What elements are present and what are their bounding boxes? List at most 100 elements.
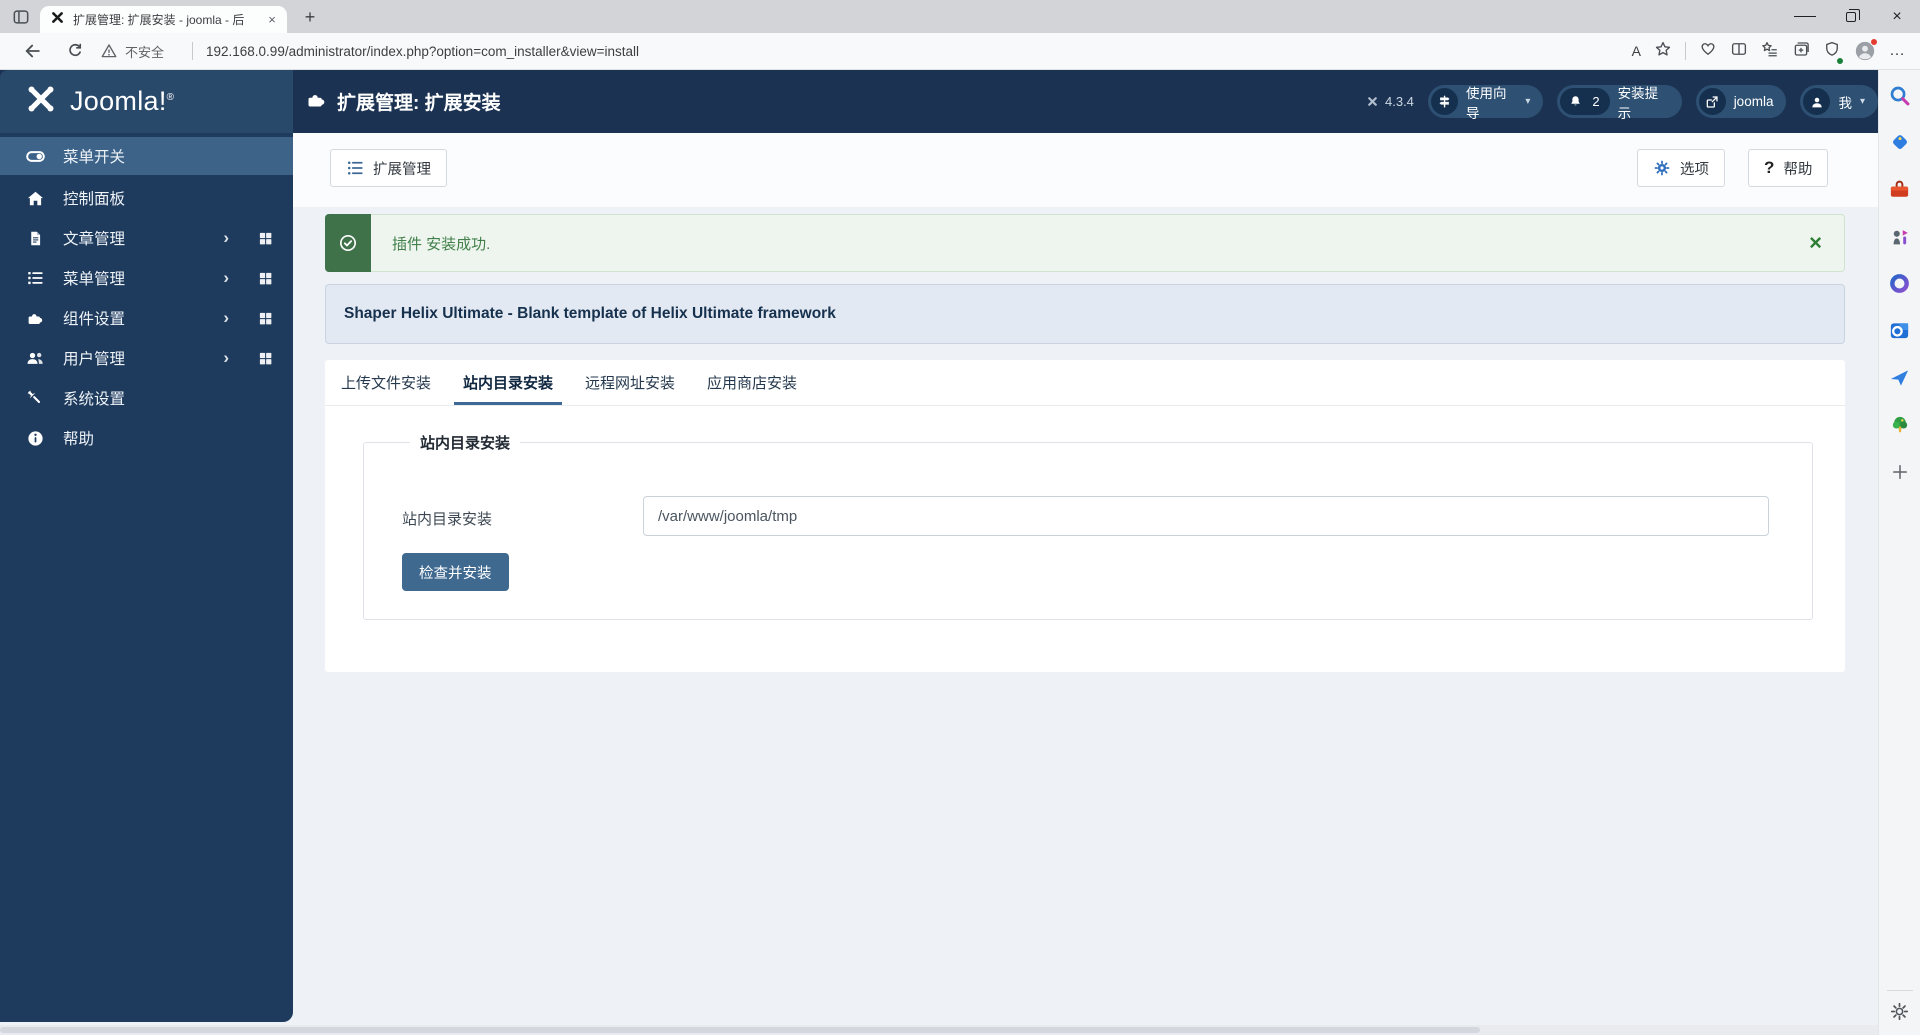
- sidebar-add-icon[interactable]: [1879, 448, 1920, 495]
- tab-title: 扩展管理: 扩展安装 - joomla - 后: [73, 13, 245, 27]
- window-minimize-button[interactable]: [1782, 0, 1828, 33]
- help-button[interactable]: ? 帮助: [1748, 149, 1829, 187]
- chevron-right-icon[interactable]: ›: [223, 348, 229, 368]
- tab-install-from-url[interactable]: 远程网址安装: [585, 360, 675, 405]
- avatar-notification-dot: [1870, 38, 1878, 46]
- puzzle-icon: [305, 89, 326, 115]
- joomla-brand[interactable]: Joomla!®: [0, 70, 293, 133]
- post-install-messages-button[interactable]: 2 安装提示: [1557, 85, 1682, 121]
- tab-actions-menu-icon[interactable]: [10, 6, 32, 28]
- sidebar-search-icon[interactable]: [1879, 72, 1920, 119]
- options-button[interactable]: 选项: [1637, 149, 1725, 187]
- joomla-favicon-icon: [50, 10, 65, 30]
- sidebar-outlook-icon[interactable]: [1879, 307, 1920, 354]
- sidebar-item-dashboard[interactable]: 控制面板: [0, 178, 293, 218]
- sidebar-games-icon[interactable]: [1879, 213, 1920, 260]
- browser-tab-strip: 扩展管理: 扩展安装 - joomla - 后 × + ×: [0, 0, 1920, 33]
- sidebar-item-content[interactable]: 文章管理 ›: [0, 218, 293, 258]
- collections-icon[interactable]: [1792, 40, 1810, 63]
- directory-input[interactable]: [643, 496, 1769, 536]
- favorites-bar-icon[interactable]: [1761, 40, 1779, 63]
- extensions-shield-icon[interactable]: [1823, 40, 1844, 65]
- sidebar-item-components[interactable]: 组件设置 ›: [0, 298, 293, 338]
- joomla-logo-icon: [24, 82, 58, 121]
- grid-icon[interactable]: [258, 271, 273, 286]
- chevron-down-icon: ▾: [1525, 96, 1531, 107]
- profile-avatar[interactable]: [1854, 38, 1878, 62]
- sidebar-item-menu-toggle[interactable]: 菜单开关: [0, 137, 293, 175]
- browser-essentials-icon[interactable]: [1699, 40, 1717, 63]
- new-tab-button[interactable]: +: [297, 4, 323, 30]
- warning-triangle-icon: [101, 44, 117, 58]
- read-aloud-icon[interactable]: A: [1632, 43, 1641, 59]
- user-menu-button[interactable]: 我 ▾: [1800, 85, 1878, 118]
- joomla-mini-logo-icon: [1368, 97, 1377, 106]
- scrollbar-thumb[interactable]: [0, 1027, 1480, 1033]
- sidebar-tree-icon[interactable]: [1879, 401, 1920, 448]
- window-restore-button[interactable]: [1828, 0, 1874, 33]
- home-icon: [24, 189, 46, 208]
- user-icon: [1803, 88, 1831, 115]
- grid-icon[interactable]: [258, 231, 273, 246]
- directory-field-label: 站内目录安装: [402, 511, 493, 528]
- screen: 扩展管理: 扩展安装 - joomla - 后 × + × 不安全 192.16…: [0, 0, 1920, 1035]
- browser-tab[interactable]: 扩展管理: 扩展安装 - joomla - 后 ×: [40, 6, 287, 33]
- notification-count-badge: 2: [1592, 94, 1600, 109]
- list-icon: [24, 269, 46, 287]
- header-actions: 使用向导 ▾ 2 安装提示 joomla 我 ▾: [1428, 85, 1878, 121]
- sidebar-shopping-icon[interactable]: [1879, 119, 1920, 166]
- favorite-star-icon[interactable]: [1654, 40, 1672, 63]
- joomla-logo-text: Joomla!®: [70, 86, 175, 116]
- grid-icon[interactable]: [258, 351, 273, 366]
- signpost-icon: [1431, 88, 1458, 115]
- tab-install-from-folder[interactable]: 站内目录安装: [454, 360, 563, 405]
- chevron-right-icon[interactable]: ›: [223, 228, 229, 248]
- bell-icon: [1565, 91, 1586, 112]
- site-security-chip[interactable]: 不安全: [100, 33, 164, 69]
- sidebar-divider: [1886, 990, 1913, 991]
- chevron-down-icon: ▾: [1859, 96, 1865, 107]
- chevron-right-icon[interactable]: ›: [223, 308, 229, 328]
- sidebar-item-system[interactable]: 系统设置: [0, 378, 293, 418]
- sidebar-item-users[interactable]: 用户管理 ›: [0, 338, 293, 378]
- window-controls: ×: [1782, 0, 1920, 33]
- puzzle-icon: [24, 309, 46, 327]
- address-url[interactable]: 192.168.0.99/administrator/index.php?opt…: [206, 33, 639, 69]
- toggle-icon: [24, 146, 46, 167]
- check-and-install-button[interactable]: 检查并安装: [402, 553, 509, 591]
- address-divider: [192, 42, 193, 60]
- sidebar-settings-gear-icon[interactable]: [1889, 1001, 1910, 1027]
- refresh-button-icon[interactable]: [60, 33, 90, 69]
- window-close-button[interactable]: ×: [1874, 0, 1920, 33]
- joomla-admin-page: Joomla!® 扩展管理: 扩展安装 4.3.4 使用向导 ▾ 2 安装提示 …: [0, 70, 1878, 1035]
- alert-message: 插件 安装成功.: [392, 235, 491, 253]
- gear-icon: [1654, 160, 1670, 176]
- info-icon: [24, 429, 46, 448]
- split-screen-icon[interactable]: [1730, 40, 1748, 63]
- alert-status-block: [325, 214, 371, 272]
- tab-close-icon[interactable]: ×: [264, 12, 280, 27]
- page-title: 扩展管理: 扩展安装: [305, 70, 501, 133]
- joomla-sidebar: 菜单开关 控制面板 文章管理 › 菜单管理 › 组件设置 › 用户管理 › 系统…: [0, 133, 293, 1022]
- document-icon: [24, 230, 46, 247]
- sidebar-item-menus[interactable]: 菜单管理 ›: [0, 258, 293, 298]
- list-icon: [347, 161, 363, 175]
- success-alert: 插件 安装成功. ×: [325, 214, 1845, 272]
- chevron-right-icon[interactable]: ›: [223, 268, 229, 288]
- sidebar-item-help[interactable]: 帮助: [0, 418, 293, 458]
- extensions-manager-button[interactable]: 扩展管理: [330, 149, 447, 187]
- alert-close-icon[interactable]: ×: [1809, 215, 1822, 271]
- sidebar-microsoft-365-icon[interactable]: [1879, 260, 1920, 307]
- preview-site-button[interactable]: joomla: [1695, 85, 1787, 118]
- back-button-icon[interactable]: [18, 33, 48, 69]
- guided-tour-button[interactable]: 使用向导 ▾: [1428, 85, 1544, 121]
- joomla-version: 4.3.4: [1366, 70, 1414, 133]
- browser-menu-icon[interactable]: …: [1889, 42, 1906, 60]
- edge-sidebar-bottom: [1879, 990, 1920, 1035]
- grid-icon[interactable]: [258, 311, 273, 326]
- tab-upload-package[interactable]: 上传文件安装: [341, 360, 431, 405]
- horizontal-scrollbar[interactable]: [0, 1025, 1878, 1035]
- sidebar-tools-icon[interactable]: [1879, 166, 1920, 213]
- tab-install-from-web[interactable]: 应用商店安装: [707, 360, 797, 405]
- sidebar-drop-icon[interactable]: [1879, 354, 1920, 401]
